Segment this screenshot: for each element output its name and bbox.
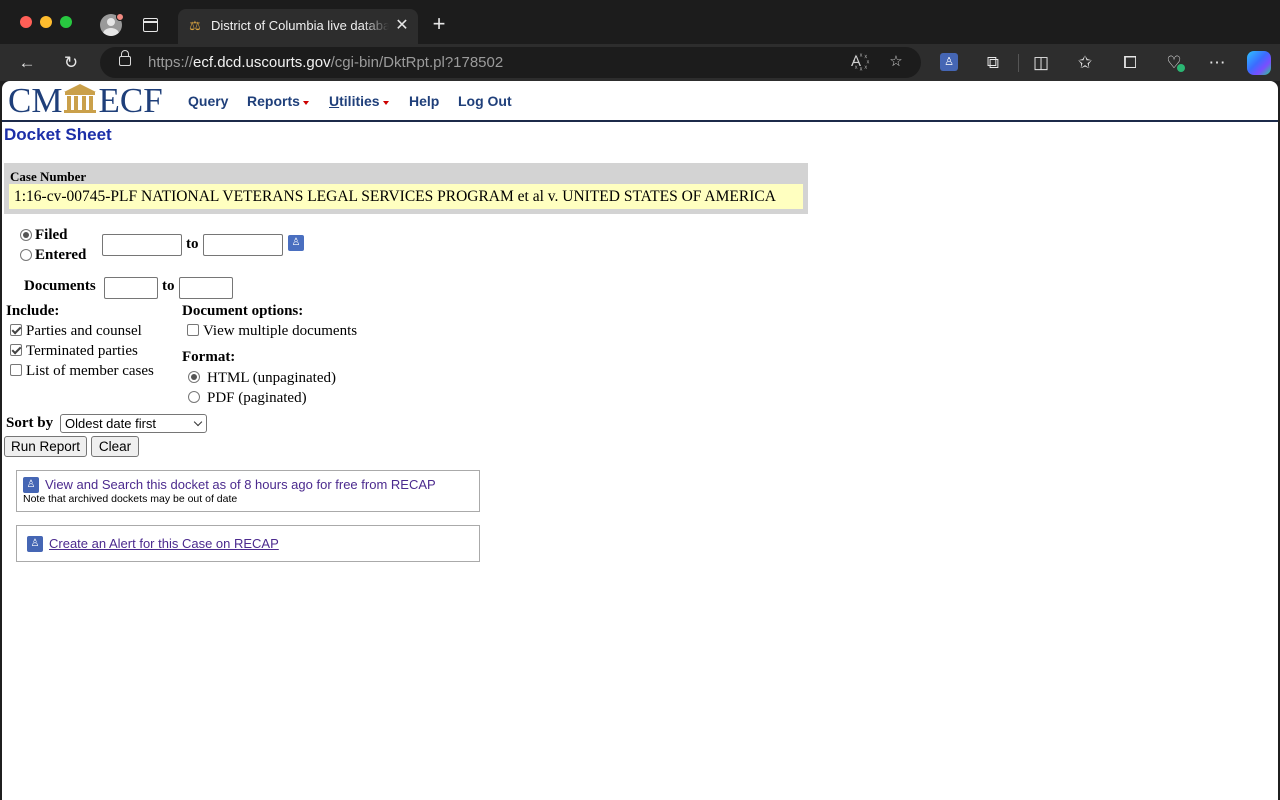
- documents-to-input[interactable]: [179, 277, 233, 299]
- sort-by-select[interactable]: Oldest date first: [60, 414, 207, 433]
- format-heading: Format:: [182, 349, 236, 365]
- more-menu-icon[interactable]: ⋯: [1204, 50, 1230, 76]
- split-screen-icon[interactable]: ◫: [1028, 50, 1054, 76]
- documents-to-label: to: [162, 278, 175, 294]
- read-aloud-icon[interactable]: A꙰: [844, 50, 868, 74]
- recap-alert-link[interactable]: Create an Alert for this Case on RECAP: [49, 536, 279, 551]
- recap-icon: ♙: [23, 477, 39, 493]
- entered-label: Entered: [35, 247, 87, 263]
- browser-toolbar: ← ↻ https://ecf.dcd.uscourts.gov/cgi-bin…: [0, 44, 1280, 81]
- nav-help[interactable]: Help: [409, 93, 439, 109]
- favorite-star-icon[interactable]: ☆: [884, 50, 908, 74]
- nav-reports-label: Reports: [247, 93, 300, 109]
- nav-query[interactable]: Query: [188, 93, 228, 109]
- nav-utilities-accesskey: U: [329, 93, 340, 109]
- document-options-heading: Document options:: [182, 303, 304, 319]
- recap-calendar-icon[interactable]: ♙: [288, 235, 304, 251]
- tab-actions-icon[interactable]: [143, 18, 158, 32]
- documents-from-input[interactable]: [104, 277, 158, 299]
- browser-tab-bar: ⚖ District of Columbia live database ✕ +: [0, 0, 1280, 44]
- new-tab-button[interactable]: +: [428, 13, 450, 35]
- cmecf-logo[interactable]: CM ECF: [8, 83, 163, 119]
- extensions-puzzle-icon[interactable]: ⧉: [980, 50, 1006, 76]
- nav-logout[interactable]: Log Out: [458, 93, 512, 109]
- essentials-status-dot: [1177, 64, 1185, 72]
- address-bar[interactable]: https://ecf.dcd.uscourts.gov/cgi-bin/Dkt…: [100, 47, 921, 78]
- format-pdf-radio[interactable]: [188, 391, 200, 403]
- format-pdf-label: PDF (paginated): [207, 390, 307, 406]
- include-heading: Include:: [6, 303, 60, 319]
- clear-button[interactable]: Clear: [91, 436, 139, 457]
- url-host: ecf.dcd.uscourts.gov: [193, 54, 331, 71]
- chevron-down-icon: [193, 417, 203, 427]
- nav-utilities-label: tilities: [339, 93, 380, 109]
- url-scheme: https://: [148, 54, 194, 71]
- terminated-parties-label: Terminated parties: [26, 343, 138, 359]
- caret-down-icon: [382, 101, 389, 105]
- recap-alert-panel: ♙ Create an Alert for this Case on RECAP: [16, 525, 480, 562]
- date-to-input[interactable]: [203, 234, 283, 256]
- format-html-radio[interactable]: [188, 371, 200, 383]
- minimize-window-button[interactable]: [40, 16, 52, 28]
- scales-favicon-icon: ⚖: [189, 18, 201, 33]
- caret-down-icon: [302, 101, 309, 105]
- view-multiple-checkbox[interactable]: [187, 324, 199, 336]
- browser-tab-active[interactable]: ⚖ District of Columbia live database ✕: [178, 9, 418, 44]
- case-number-label: Case Number: [10, 169, 87, 184]
- collections-icon[interactable]: ⧠: [1117, 50, 1143, 76]
- filed-radio[interactable]: [20, 229, 32, 241]
- nav-utilities[interactable]: Utilities: [329, 93, 389, 109]
- ecf-top-nav: CM ECF Query Reports Utilities Help Log O…: [2, 81, 1278, 122]
- member-cases-checkbox[interactable]: [10, 364, 22, 376]
- filed-label: Filed: [35, 227, 68, 243]
- back-arrow-icon[interactable]: ←: [14, 50, 40, 76]
- maximize-window-button[interactable]: [60, 16, 72, 28]
- profile-status-dot: [116, 13, 124, 21]
- date-to-label: to: [186, 236, 199, 252]
- url-text[interactable]: https://ecf.dcd.uscourts.gov/cgi-bin/Dkt…: [148, 54, 503, 71]
- member-cases-label: List of member cases: [26, 363, 154, 379]
- copilot-icon[interactable]: [1247, 51, 1271, 75]
- lock-icon[interactable]: [119, 50, 131, 66]
- tab-close-icon[interactable]: ✕: [393, 17, 411, 35]
- web-page: CM ECF Query Reports Utilities Help Log O…: [2, 81, 1278, 800]
- case-number-value: 1:16-cv-00745-PLF NATIONAL VETERANS LEGA…: [9, 184, 803, 209]
- logo-text-right: ECF: [98, 81, 163, 120]
- logo-text-left: CM: [8, 81, 63, 120]
- recap-extension-icon[interactable]: ♙: [940, 53, 958, 71]
- recap-view-panel: ♙ View and Search this docket as of 8 ho…: [16, 470, 480, 512]
- run-report-button[interactable]: Run Report: [4, 436, 87, 457]
- url-path: /cgi-bin/DktRpt.pl?178502: [330, 54, 504, 71]
- recap-icon: ♙: [27, 536, 43, 552]
- format-html-label: HTML (unpaginated): [207, 370, 336, 386]
- sort-by-selected: Oldest date first: [65, 416, 157, 431]
- recap-view-link[interactable]: View and Search this docket as of 8 hour…: [45, 477, 436, 492]
- parties-counsel-label: Parties and counsel: [26, 323, 142, 339]
- tab-title: District of Columbia live database: [211, 18, 389, 33]
- terminated-parties-checkbox[interactable]: [10, 344, 22, 356]
- courthouse-icon: [64, 84, 97, 114]
- date-from-input[interactable]: [102, 234, 182, 256]
- documents-label: Documents: [24, 278, 96, 294]
- parties-counsel-checkbox[interactable]: [10, 324, 22, 336]
- reload-icon[interactable]: ↻: [58, 50, 84, 76]
- case-number-panel: Case Number 1:16-cv-00745-PLF NATIONAL V…: [4, 163, 808, 214]
- page-title: Docket Sheet: [4, 125, 112, 144]
- toolbar-divider: [1018, 54, 1019, 72]
- browser-essentials-heart-icon[interactable]: ♡: [1161, 50, 1187, 76]
- favorites-icon[interactable]: ✩: [1072, 50, 1098, 76]
- entered-radio[interactable]: [20, 249, 32, 261]
- recap-view-note: Note that archived dockets may be out of…: [23, 493, 238, 505]
- close-window-button[interactable]: [20, 16, 32, 28]
- sort-by-label: Sort by: [6, 415, 54, 431]
- nav-reports[interactable]: Reports: [247, 93, 309, 109]
- view-multiple-label: View multiple documents: [203, 323, 358, 339]
